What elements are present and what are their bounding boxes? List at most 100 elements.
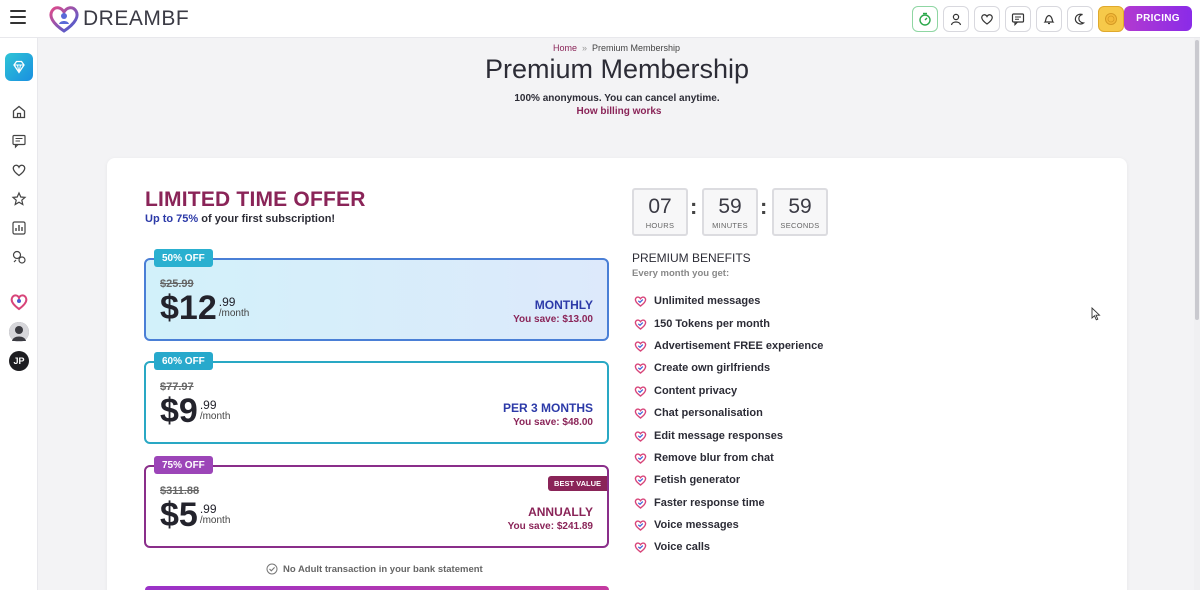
character-avatar[interactable] <box>9 322 29 342</box>
benefit-item: Voice messages <box>634 514 823 536</box>
price-dollars: $5 <box>160 496 198 534</box>
generator-icon[interactable] <box>11 249 27 265</box>
benefit-text: Remove blur from chat <box>654 451 774 464</box>
plan-quarterly[interactable]: 60% OFF $77.97 $9 .99 /month PER 3 MONTH… <box>144 352 609 444</box>
price-per: /month <box>199 411 231 422</box>
price-cents: .99 <box>199 502 217 516</box>
heart-icon[interactable] <box>11 162 27 178</box>
seconds-label: SECONDS <box>780 221 820 230</box>
menu-icon[interactable] <box>10 10 26 24</box>
benefits-subtitle: Every month you get: <box>632 268 730 279</box>
continue-button[interactable] <box>145 586 609 590</box>
heart-check-icon <box>634 542 647 554</box>
heart-check-icon <box>634 296 647 308</box>
offer-subtitle-rest: of your first subscription! <box>201 213 336 225</box>
pricing-button[interactable]: PRICING <box>1124 6 1192 31</box>
countdown-separator: : <box>760 194 768 219</box>
benefit-item: Chat personalisation <box>634 402 823 424</box>
price-per: /month <box>199 515 231 526</box>
plan-savings: You save: $241.89 <box>507 521 593 532</box>
minutes-label: MINUTES <box>712 221 748 230</box>
privacy-note: No Adult transaction in your bank statem… <box>266 563 483 575</box>
benefit-item: Content privacy <box>634 380 823 402</box>
hours-value: 07 <box>648 195 672 218</box>
heart-check-icon <box>634 341 647 352</box>
heart-check-icon <box>634 498 647 509</box>
offer-title: LIMITED TIME OFFER <box>145 188 366 211</box>
benefit-item: Create own girlfriends <box>634 357 823 379</box>
breadcrumb-separator: » <box>582 43 588 53</box>
benefit-item: Voice calls <box>634 536 823 558</box>
heart-check-icon <box>634 475 647 487</box>
timer-icon[interactable] <box>912 6 938 32</box>
benefit-text: Voice calls <box>654 541 711 554</box>
price-per: /month <box>218 308 250 319</box>
plan-period: MONTHLY <box>534 298 593 312</box>
mouse-cursor-icon <box>1091 307 1101 321</box>
benefit-text: Create own girlfriends <box>654 362 771 375</box>
offer-subtitle: Up to 75% of your first subscription! <box>145 213 335 225</box>
price: $5 .99 /month <box>160 497 230 533</box>
discount-tag: 50% OFF <box>154 249 213 267</box>
chat-icon[interactable] <box>11 133 27 149</box>
discount-tag: 60% OFF <box>154 352 213 370</box>
benefit-item: Faster response time <box>634 492 823 514</box>
price-cents: .99 <box>199 398 217 412</box>
heart-check-icon <box>634 386 647 397</box>
chat-icon[interactable] <box>1005 6 1031 32</box>
benefit-item: Unlimited messages <box>634 290 823 312</box>
how-billing-works-link[interactable]: How billing works <box>0 106 1200 117</box>
heart-check-icon <box>634 363 647 375</box>
hours-label: HOURS <box>645 221 675 230</box>
top-bar: DREAMBF PRICING <box>0 0 1200 38</box>
price-cents: .99 <box>218 295 236 309</box>
price: $9 .99 /month <box>160 393 230 429</box>
scrollbar[interactable] <box>1194 38 1200 590</box>
user-icon[interactable] <box>943 6 969 32</box>
plan-monthly[interactable]: 50% OFF $25.99 $12 .99 /month MONTHLY Yo… <box>144 249 609 341</box>
benefit-text: 150 Tokens per month <box>654 317 770 330</box>
plan-savings: You save: $48.00 <box>513 417 593 428</box>
app-name: DREAMBF <box>83 7 190 30</box>
star-icon[interactable] <box>11 191 27 207</box>
heart-check-icon <box>634 318 647 330</box>
benefit-text: Chat personalisation <box>654 407 763 420</box>
coin-icon[interactable] <box>1098 6 1124 32</box>
logo-avatar[interactable] <box>9 292 29 312</box>
discount-tag: 75% OFF <box>154 456 213 474</box>
page-title: Premium Membership <box>484 54 750 84</box>
best-value-badge: BEST VALUE <box>548 476 607 491</box>
countdown-hours: 07 HOURS <box>632 188 688 236</box>
benefit-text: Faster response time <box>654 496 765 509</box>
benefit-item: Edit message responses <box>634 424 823 446</box>
benefit-text: Fetish generator <box>654 474 741 487</box>
sidebar: JP <box>0 38 38 590</box>
breadcrumb: Home » Premium Membership <box>553 43 680 53</box>
app-logo[interactable]: DREAMBF <box>48 5 189 33</box>
plan-annual[interactable]: 75% OFF BEST VALUE $311.88 $5 .99 /month… <box>144 456 609 548</box>
plan-period: PER 3 MONTHS <box>502 401 593 415</box>
heart-icon[interactable] <box>974 6 1000 32</box>
heart-check-icon <box>634 408 647 419</box>
price-dollars: $12 <box>160 289 217 327</box>
check-circle-icon <box>266 563 278 575</box>
breadcrumb-home[interactable]: Home <box>553 43 577 53</box>
heart-check-icon <box>634 453 647 464</box>
benefit-item: Remove blur from chat <box>634 447 823 469</box>
benefit-text: Advertisement FREE experience <box>654 339 824 352</box>
privacy-note-text: No Adult transaction in your bank statem… <box>283 563 483 575</box>
benefit-text: Edit message responses <box>654 429 784 442</box>
bell-icon[interactable] <box>1036 6 1062 32</box>
countdown-separator: : <box>690 194 698 219</box>
jp-avatar[interactable]: JP <box>9 351 29 371</box>
benefit-item: Advertisement FREE experience <box>634 335 823 357</box>
plan-period: ANNUALLY <box>528 505 593 519</box>
plan-savings: You save: $13.00 <box>513 314 593 325</box>
benefits-title: PREMIUM BENEFITS <box>632 251 751 265</box>
gallery-icon[interactable] <box>11 220 27 236</box>
benefit-item: Fetish generator <box>634 469 823 491</box>
moon-icon[interactable] <box>1067 6 1093 32</box>
heart-check-icon <box>634 430 647 442</box>
seconds-value: 59 <box>788 195 812 218</box>
benefits-list: Unlimited messages 150 Tokens per month Ad… <box>634 290 823 559</box>
